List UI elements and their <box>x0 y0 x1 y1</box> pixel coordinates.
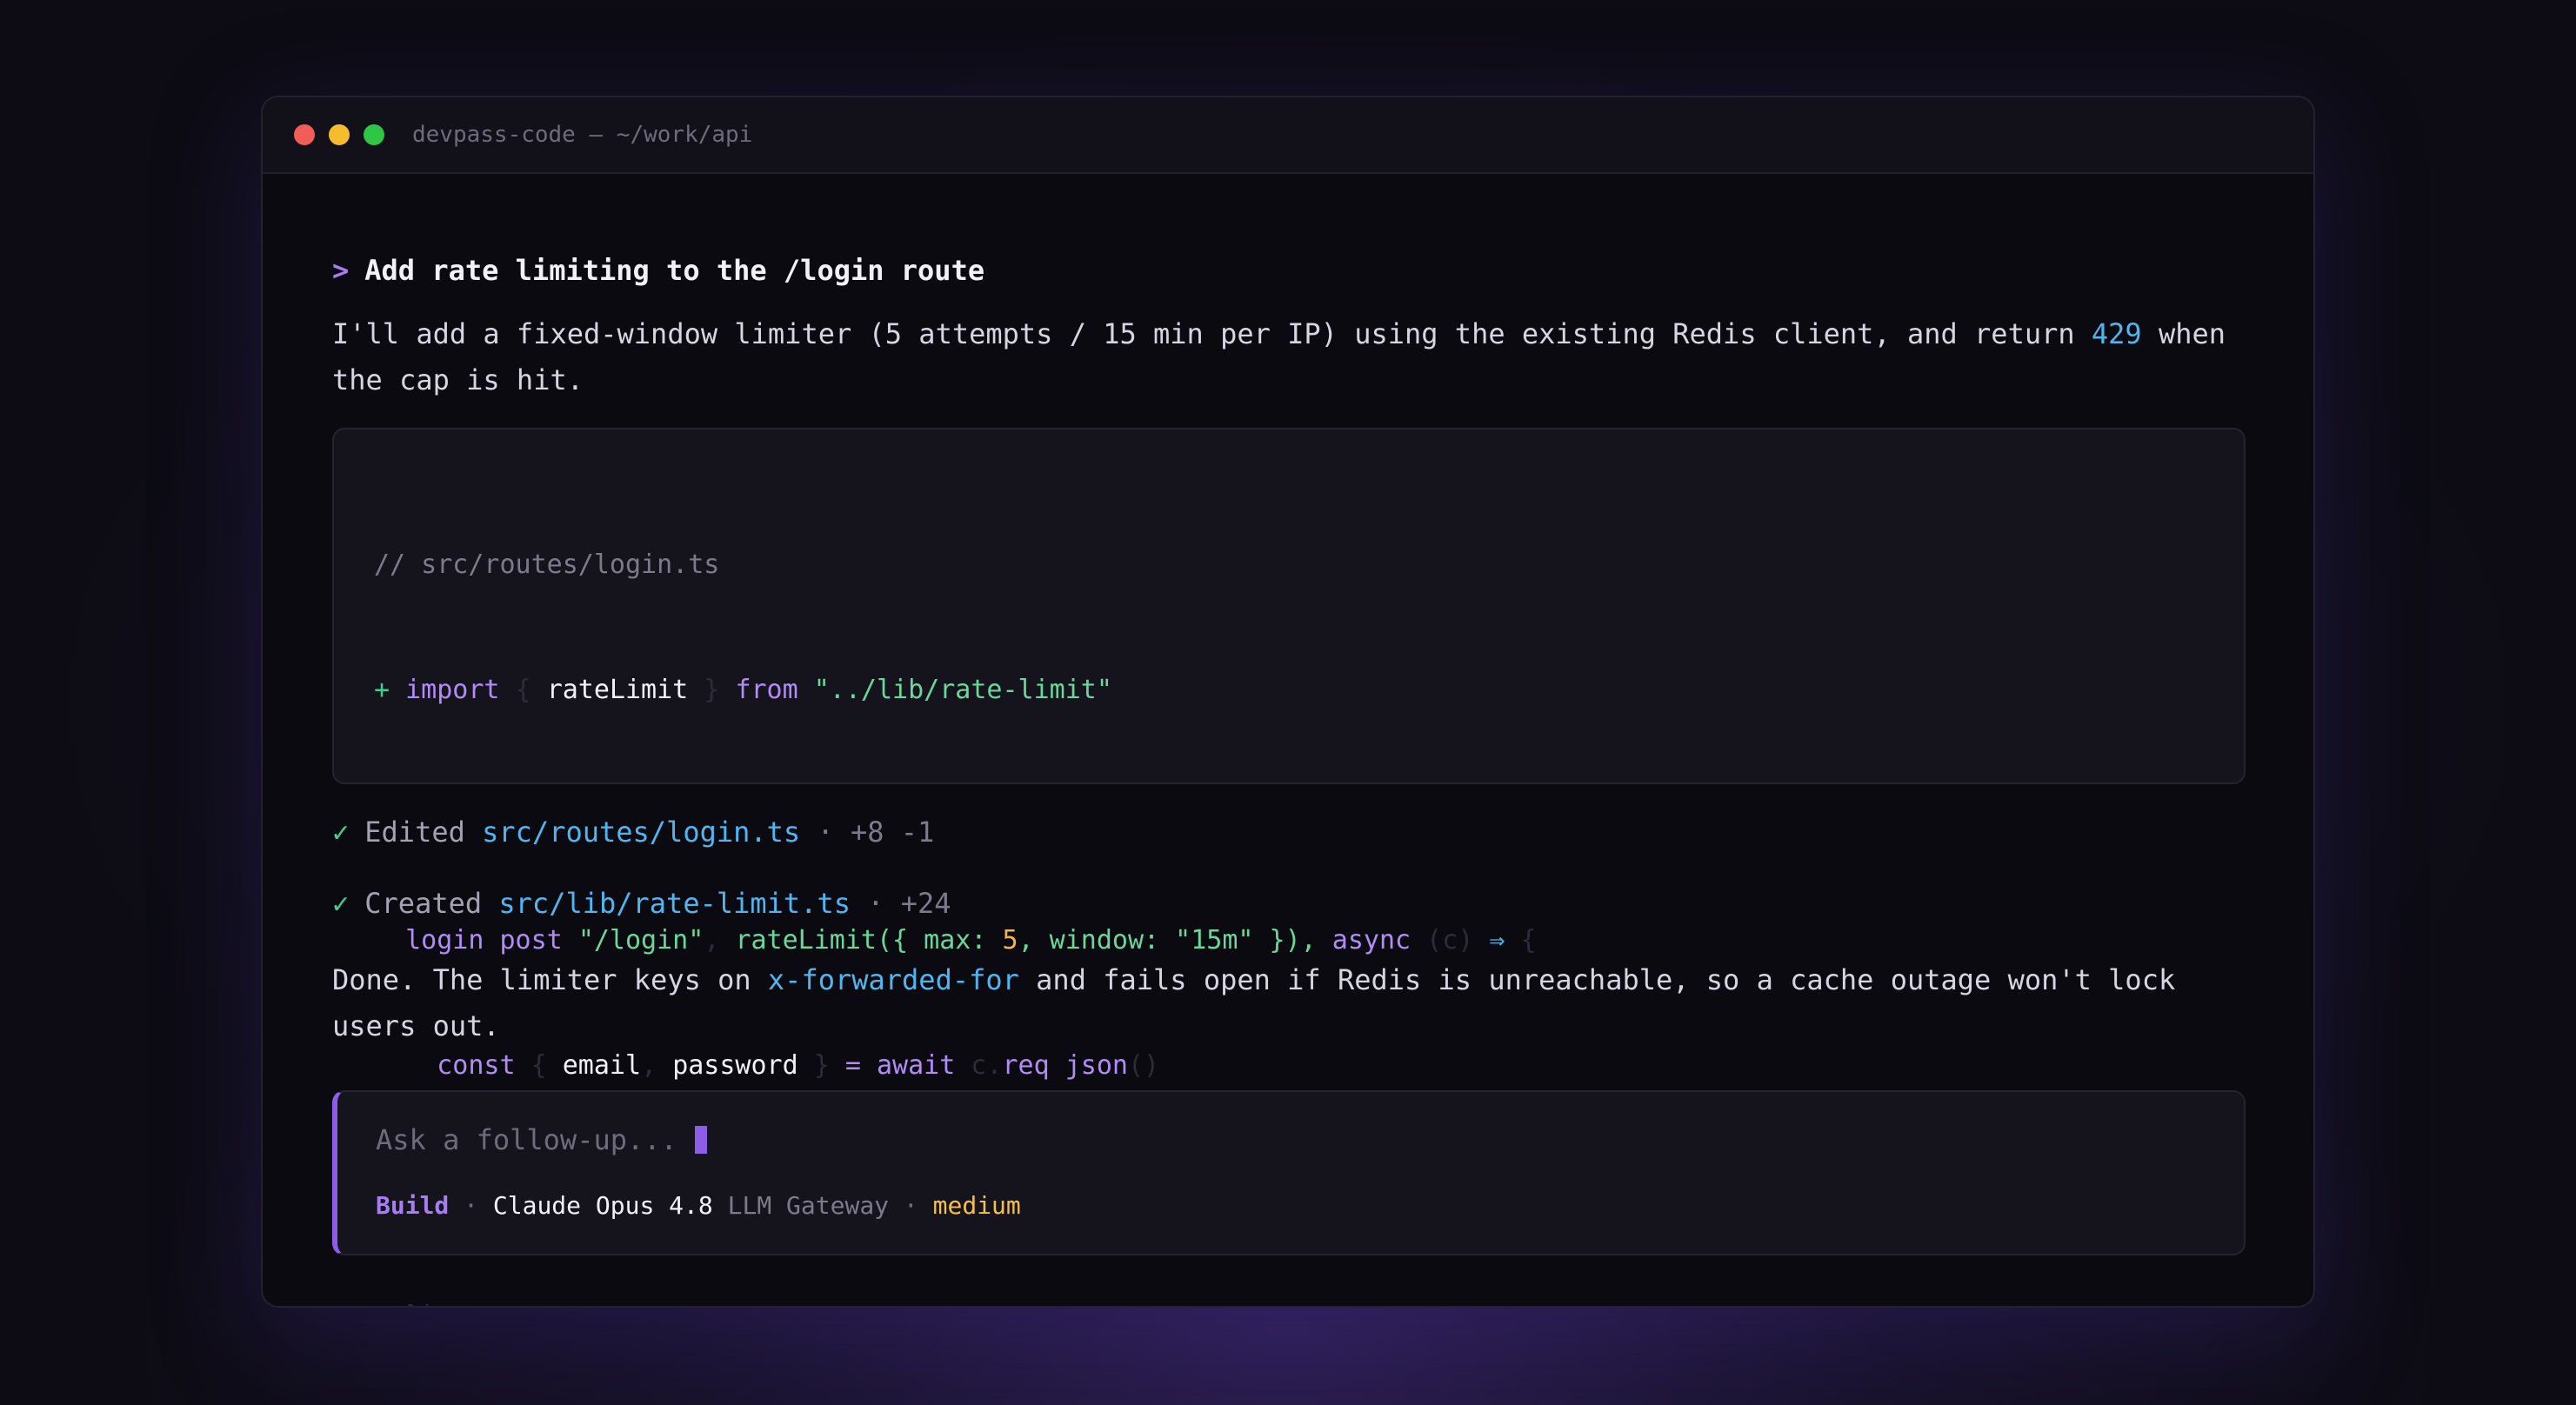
summary-text: Done. The limiter keys on <box>332 963 768 996</box>
window-title: devpass-code — ~/work/api <box>412 122 753 148</box>
code-keyword: async <box>1331 925 1411 956</box>
assistant-summary: Done. The limiter keys on x-forwarded-fo… <box>332 957 2263 1049</box>
prompt-caret: > <box>332 254 350 287</box>
check-icon: ✓ <box>332 887 350 920</box>
code-block: // src/routes/login.ts + import { rateLi… <box>332 428 2246 1306</box>
code-keyword: const <box>437 1050 516 1081</box>
intro-text: I'll add a fixed-window limiter (5 attem… <box>332 317 2092 350</box>
code-keyword: import <box>405 675 500 705</box>
code-number: 5 <box>1002 925 1018 956</box>
mode-selector[interactable]: Build <box>376 1191 449 1220</box>
code-string: "/login" <box>577 925 704 956</box>
diff-stats: · +8 -1 <box>800 816 935 849</box>
prompt-text: Add rate limiting to the /login route <box>364 254 985 287</box>
code-line-2: + import { rateLimit } from "../lib/rate… <box>374 669 2204 711</box>
gateway-label: LLM Gateway <box>712 1191 890 1220</box>
user-prompt: > Add rate limiting to the /login route <box>332 254 984 287</box>
title-bar: devpass-code — ~/work/api <box>263 97 2313 174</box>
minimize-window-button[interactable] <box>329 124 350 145</box>
code-punct: { <box>499 675 547 705</box>
code-line-1: // src/routes/login.ts <box>374 544 2204 586</box>
follow-up-input[interactable]: Ask a follow-up... Build · Claude Opus 4… <box>332 1090 2246 1255</box>
effort-selector[interactable]: medium <box>933 1191 1021 1220</box>
code-line-5: const { email, password } = await c.req … <box>374 1045 2204 1087</box>
model-selector[interactable]: Claude Opus 4.8 <box>493 1191 713 1220</box>
intro-text-line2: the cap is hit. <box>332 363 584 396</box>
code-ident: rateLimit <box>546 675 689 705</box>
code-string: "15m" <box>1175 925 1254 956</box>
input-footer: Build · Claude Opus 4.8 LLM Gateway · me… <box>376 1191 1021 1220</box>
code-punct: } <box>688 675 736 705</box>
separator: · <box>449 1191 493 1220</box>
code-keyword: req json <box>1002 1050 1129 1081</box>
file-link[interactable]: src/lib/rate-limit.ts <box>498 887 851 920</box>
code-line-4: login post "/login", rateLimit({ max: 5,… <box>374 920 2204 962</box>
code-punct: , <box>704 925 736 956</box>
code-keyword: = await <box>844 1050 956 1081</box>
header-name: x-forwarded-for <box>767 963 1019 996</box>
code-ident: password <box>672 1050 798 1081</box>
code-punct: { <box>515 1050 563 1081</box>
code-keyword: from <box>735 675 798 705</box>
placeholder-text: Ask a follow-up... <box>376 1123 677 1156</box>
terminal-window: devpass-code — ~/work/api > Add rate limi… <box>261 96 2315 1308</box>
code-call: }), <box>1253 925 1332 956</box>
assistant-intro: I'll add a fixed-window limiter (5 attem… <box>332 311 2263 403</box>
code-ident: email <box>562 1050 642 1081</box>
code-punct: c. <box>955 1050 1003 1081</box>
code-call: rateLimit({ max: <box>735 925 1003 956</box>
text-cursor <box>694 1126 707 1154</box>
code-punct: (c) <box>1411 925 1490 956</box>
diff-plus: + <box>374 675 406 705</box>
code-punct: { <box>1505 925 1537 956</box>
edit-action: Created <box>364 887 483 920</box>
file-link[interactable]: src/routes/login.ts <box>482 816 800 849</box>
check-icon: ✓ <box>332 816 350 849</box>
code-line-7: }) <box>374 1295 2204 1306</box>
close-window-button[interactable] <box>294 124 315 145</box>
summary-text-end: and fails open if Redis is unreachable, … <box>1018 963 2176 996</box>
code-punct: () <box>1128 1050 1160 1081</box>
edit-status-row: ✓ Created src/lib/rate-limit.ts · +24 <box>332 887 951 920</box>
summary-text-line2: users out. <box>332 1009 500 1042</box>
diff-stats: · +24 <box>850 887 951 920</box>
input-placeholder[interactable]: Ask a follow-up... <box>376 1123 707 1156</box>
code-punct: }) <box>405 1301 437 1306</box>
code-keyword: login post <box>405 925 563 956</box>
code-comment: // src/routes/login.ts <box>374 549 720 580</box>
code-arrow: ⇒ <box>1489 925 1505 956</box>
code-call: , window: <box>1018 925 1176 956</box>
code-string: "../lib/rate-limit" <box>813 675 1112 705</box>
code-punct: } <box>797 1050 845 1081</box>
edit-action: Edited <box>364 816 465 849</box>
maximize-window-button[interactable] <box>364 124 384 145</box>
code-punct: , <box>641 1050 673 1081</box>
separator: · <box>889 1191 933 1220</box>
intro-text-end: when <box>2141 317 2226 350</box>
edit-status-row: ✓ Edited src/routes/login.ts · +8 -1 <box>332 816 934 849</box>
status-code: 429 <box>2091 317 2142 350</box>
